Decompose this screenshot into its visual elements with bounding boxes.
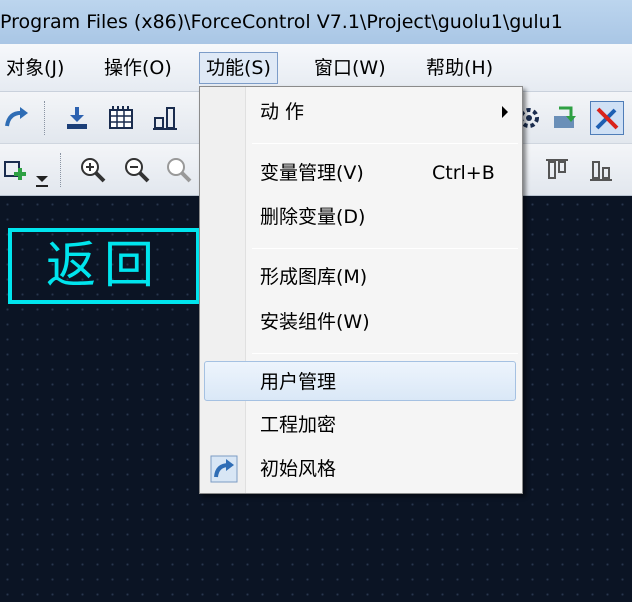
menu-item-user-manage[interactable]: 用户管理 — [204, 361, 516, 401]
zoom-reset-icon[interactable] — [162, 153, 196, 187]
add-shape-icon[interactable] — [0, 153, 34, 187]
tools-icon[interactable] — [590, 101, 624, 135]
menu-item-label: 用户管理 — [260, 371, 337, 393]
menu-item-label: 工程加密 — [260, 414, 337, 436]
toolbar-separator — [44, 101, 46, 135]
menu-object[interactable]: 对象(J) — [0, 52, 70, 84]
submenu-arrow-icon — [502, 106, 508, 118]
align-bottom-icon[interactable] — [584, 153, 618, 187]
menu-separator — [252, 353, 518, 354]
menu-item-variable-manage[interactable]: 变量管理(V) Ctrl+B — [200, 153, 522, 193]
menu-item-label: 形成图库(M) — [260, 266, 368, 288]
menu-item-install-component[interactable]: 安装组件(W) — [200, 302, 522, 342]
menu-item-initial-style[interactable]: 初始风格 — [200, 449, 522, 489]
menu-item-action[interactable]: 动 作 — [200, 92, 522, 132]
menu-function[interactable]: 功能(S) — [199, 52, 278, 84]
redo-icon[interactable] — [0, 101, 34, 135]
grid-icon[interactable] — [104, 101, 138, 135]
function-menu-dropdown: 动 作 变量管理(V) Ctrl+B 删除变量(D) 形成图库(M) 安装组件(… — [199, 86, 523, 494]
menu-item-delete-variable[interactable]: 删除变量(D) — [200, 197, 522, 237]
window-title: Program Files (x86)\ForceControl V7.1\Pr… — [0, 0, 632, 44]
import-icon[interactable] — [60, 101, 94, 135]
zoom-out-icon[interactable] — [120, 153, 154, 187]
align-top-icon[interactable] — [540, 153, 574, 187]
menu-item-label: 动 作 — [260, 101, 305, 123]
menu-separator — [252, 143, 518, 144]
menu-operation[interactable]: 操作(O) — [98, 52, 178, 84]
menu-item-shortcut: Ctrl+B — [432, 162, 495, 184]
menu-item-label: 安装组件(W) — [260, 311, 370, 333]
menu-window[interactable]: 窗口(W) — [308, 52, 392, 84]
return-button[interactable]: 返回 — [8, 228, 200, 304]
menu-bar: 对象(J) 操作(O) 功能(S) 窗口(W) 帮助(H) — [0, 44, 632, 92]
redo-icon — [210, 455, 238, 483]
zoom-in-icon[interactable] — [76, 153, 110, 187]
menu-item-label: 删除变量(D) — [260, 206, 366, 228]
menu-item-build-library[interactable]: 形成图库(M) — [200, 257, 522, 297]
menu-help[interactable]: 帮助(H) — [420, 52, 499, 84]
menu-item-label: 变量管理(V) — [260, 162, 364, 184]
export-icon[interactable] — [548, 101, 582, 135]
menu-separator — [252, 248, 518, 249]
menu-item-project-encrypt[interactable]: 工程加密 — [200, 405, 522, 445]
align-icon[interactable] — [148, 101, 182, 135]
chevron-down-icon[interactable] — [32, 162, 52, 190]
menu-item-label: 初始风格 — [260, 458, 337, 480]
toolbar-separator — [60, 153, 62, 187]
